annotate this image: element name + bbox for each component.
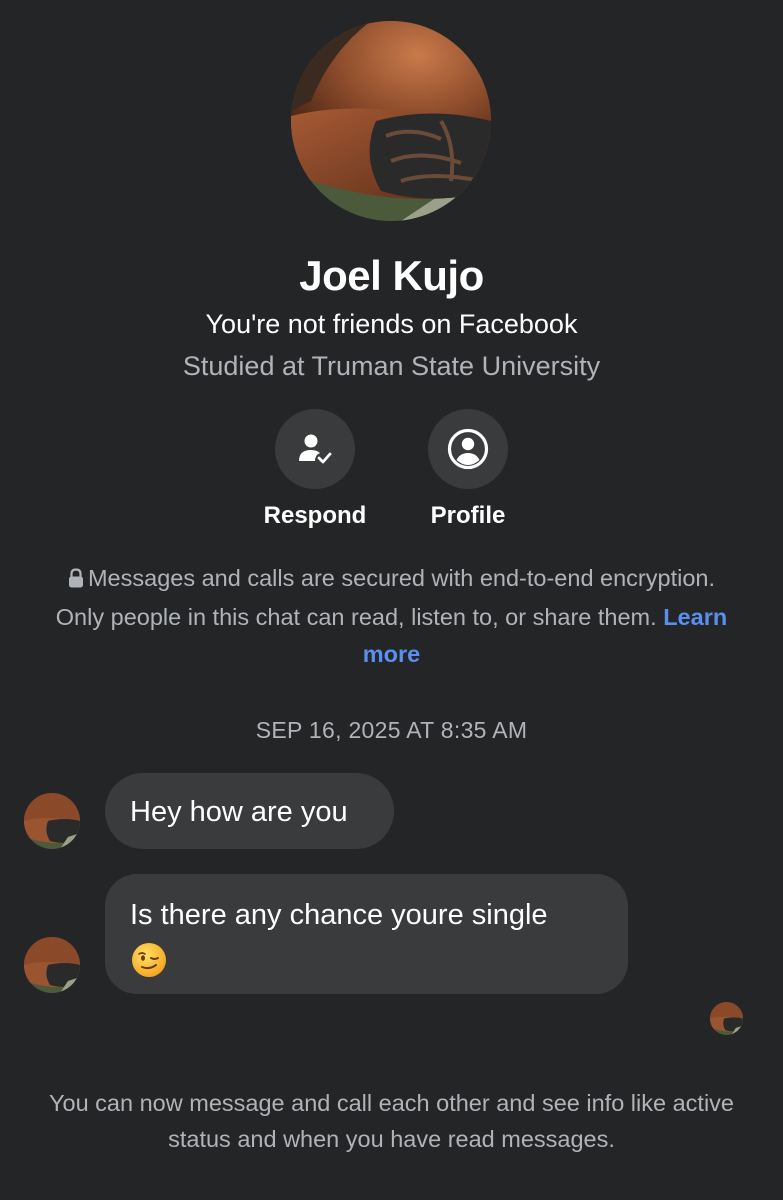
sender-avatar-image (24, 793, 80, 849)
sender-avatar[interactable] (24, 793, 80, 849)
profile-button[interactable]: Profile (398, 409, 538, 530)
profile-icon-circle[interactable] (428, 409, 508, 489)
profile-photo-image (291, 21, 491, 221)
lock-icon (68, 562, 84, 599)
profile-circle-icon (447, 428, 489, 470)
encryption-text: Messages and calls are secured with end-… (55, 565, 715, 630)
encryption-notice: Messages and calls are secured with end-… (50, 560, 733, 673)
respond-icon-circle[interactable] (275, 409, 355, 489)
winking-face-emoji (130, 941, 168, 979)
profile-label: Profile (430, 502, 506, 529)
sender-avatar-image (24, 937, 80, 993)
contact-name: Joel Kujo (299, 252, 484, 299)
message-text: Is there any chance youre single (130, 899, 548, 931)
connection-notice: You can now message and call each other … (49, 1090, 734, 1152)
respond-button[interactable]: Respond (245, 409, 385, 530)
message-timestamp: SEP 16, 2025 AT 8:35 AM (255, 717, 528, 743)
message-bubble[interactable]: Is there any chance youre single (105, 874, 628, 994)
profile-photo-avatar[interactable] (291, 21, 491, 221)
sender-avatar[interactable] (24, 937, 80, 993)
friend-status-text: You're not friends on Facebook (205, 309, 578, 339)
education-text: Studied at Truman State University (182, 351, 601, 381)
read-receipt-avatar (710, 1002, 743, 1035)
person-check-icon (299, 434, 332, 464)
message-text: Hey how are you (130, 796, 348, 828)
message-bubble[interactable]: Hey how are you (105, 773, 394, 849)
respond-label: Respond (263, 502, 367, 529)
